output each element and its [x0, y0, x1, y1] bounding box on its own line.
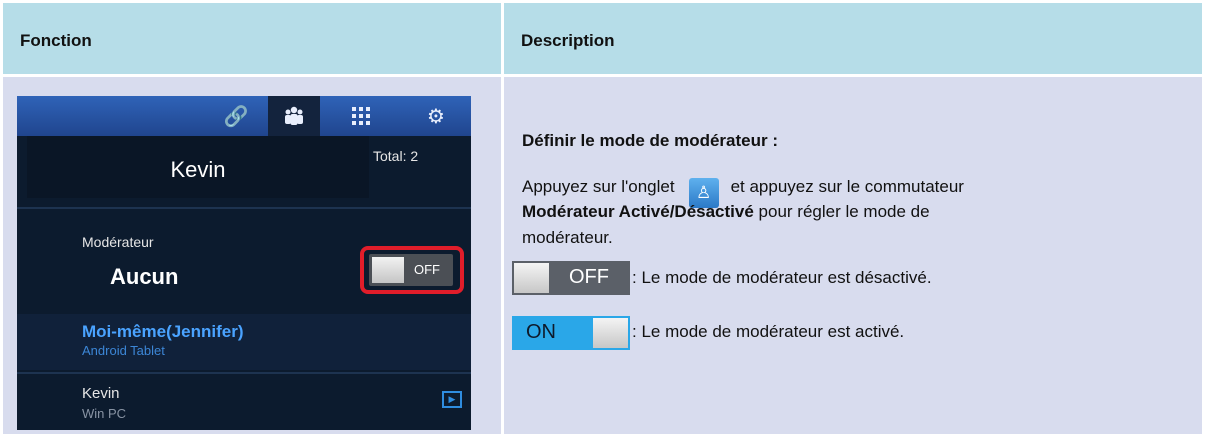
settings-icon[interactable]: ⚙	[410, 96, 462, 136]
off-switch-image: OFF	[512, 261, 630, 295]
participant-device: Win PC	[82, 406, 127, 421]
on-label: ON	[526, 321, 556, 343]
moderator-toggle[interactable]: OFF	[369, 254, 453, 286]
grid-icon[interactable]	[335, 96, 387, 136]
divider	[17, 372, 471, 374]
participant-name: Kevin	[82, 385, 120, 402]
toggle-state: OFF	[414, 262, 440, 277]
participant-name: Moi-même(Jennifer)	[82, 322, 244, 341]
on-description: : Le mode de modérateur est activé.	[632, 322, 905, 341]
toggle-knob	[593, 318, 628, 348]
tab-bar: 🔗 ⚙	[17, 96, 471, 136]
participant-total: Total: 2	[373, 148, 419, 164]
toggle-knob	[514, 263, 549, 293]
user-name: Kevin	[170, 157, 226, 182]
description-line-2: Modérateur Activé/Désactivé pour régler …	[522, 202, 930, 221]
divider	[17, 207, 471, 209]
header-cell-description: Description	[504, 3, 1202, 74]
on-switch-image: ON	[512, 316, 630, 350]
description-title: Définir le mode de modérateur :	[522, 131, 778, 150]
link-icon[interactable]: 🔗	[210, 96, 262, 136]
people-icon[interactable]	[268, 96, 320, 136]
user-name-box: Kevin	[27, 136, 369, 198]
header-cell-function: Fonction	[3, 3, 501, 74]
off-description: : Le mode de modérateur est désactivé.	[632, 268, 932, 287]
moderator-value: Aucun	[110, 264, 179, 289]
participant-device: Android Tablet	[82, 343, 165, 358]
header-description: Description	[521, 31, 615, 50]
off-label: OFF	[569, 266, 609, 288]
description-line-3: modérateur.	[522, 228, 613, 247]
app-screenshot: 🔗 ⚙ Kevin Total: 2 Modérateur Aucun OFF …	[17, 96, 471, 430]
moderator-label: Modérateur	[82, 234, 154, 250]
presenter-icon[interactable]: ▶	[442, 391, 462, 408]
header-function: Fonction	[20, 31, 92, 50]
toggle-knob	[372, 257, 404, 283]
